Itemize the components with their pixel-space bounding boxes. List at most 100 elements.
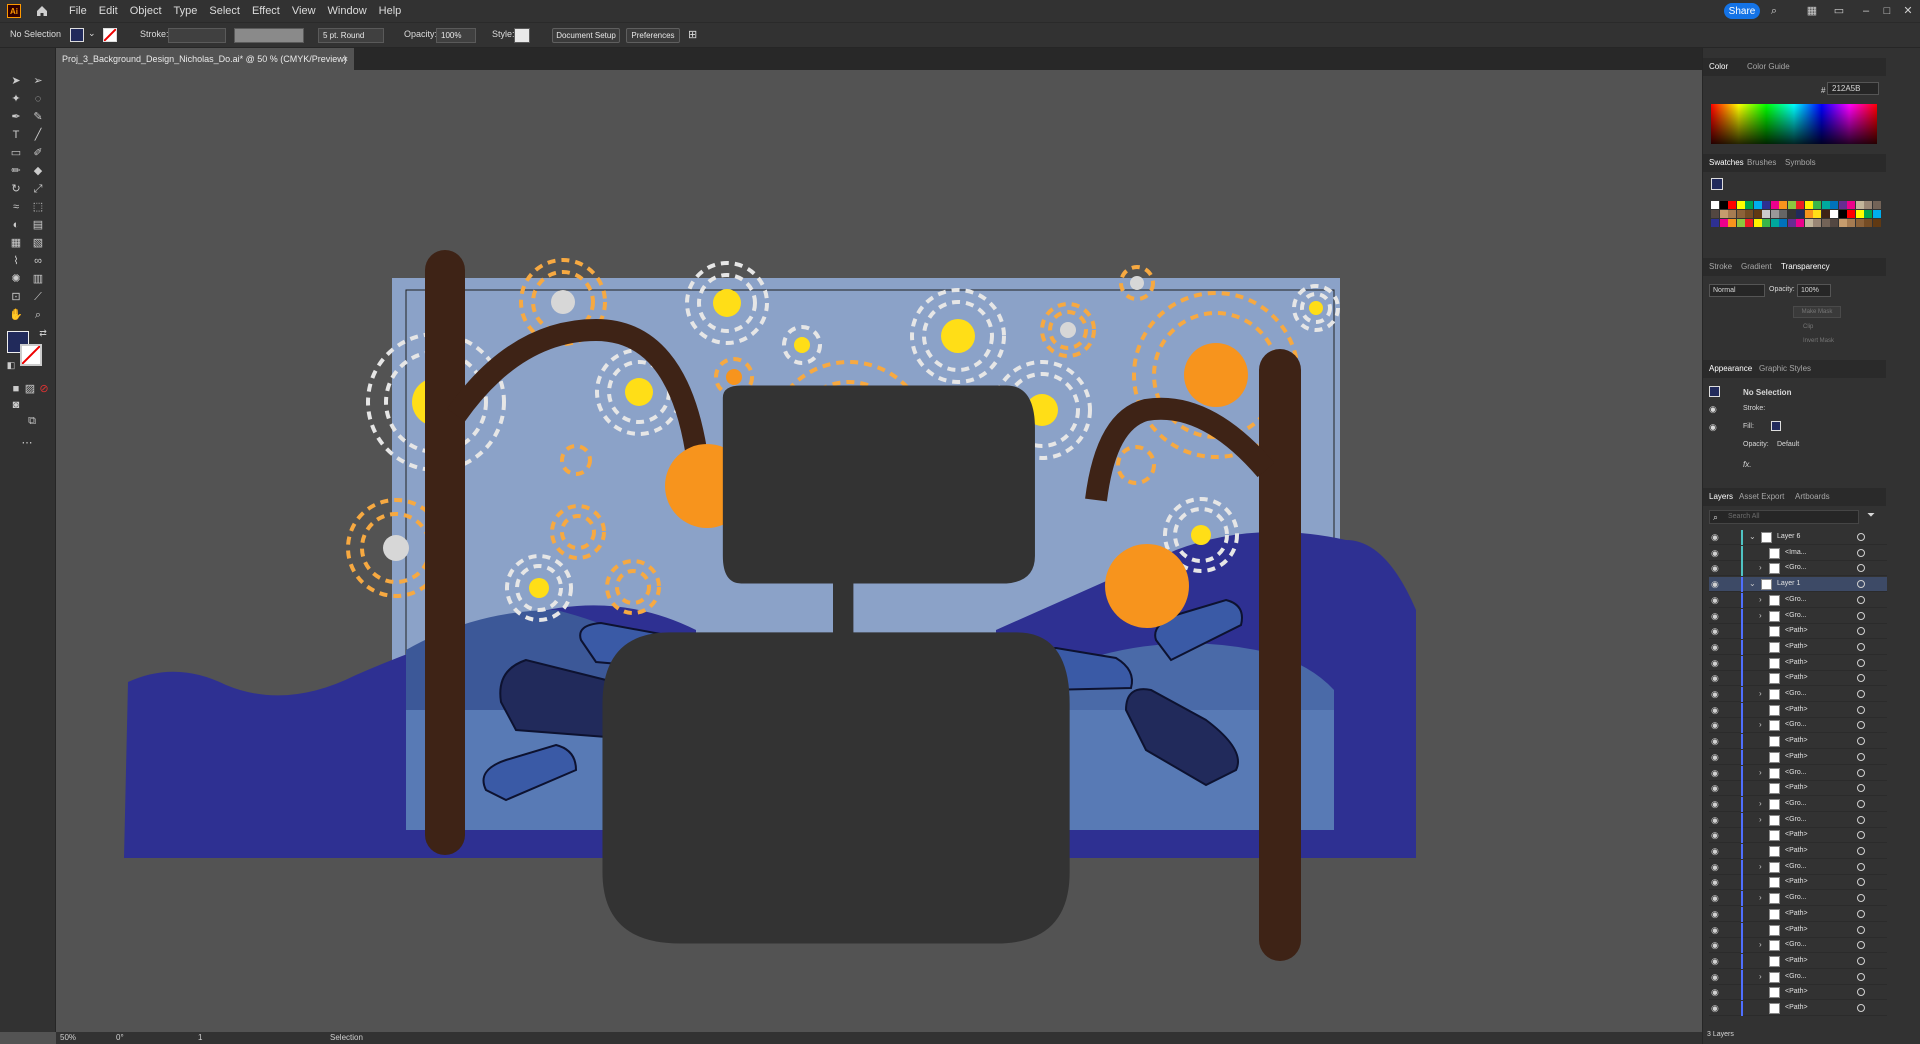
eye-icon[interactable]: ◉: [1711, 548, 1719, 559]
paintbrush-tool-icon[interactable]: ✐: [31, 146, 45, 160]
layer-name[interactable]: <Gro...: [1785, 800, 1807, 807]
sublayer-row[interactable]: ◉ › <Gro...: [1709, 796, 1887, 812]
blend-tool-icon[interactable]: ∞: [31, 254, 45, 268]
color-swatch[interactable]: [1728, 201, 1736, 209]
color-swatch[interactable]: [1796, 219, 1804, 227]
layers-search-field[interactable]: ⌕ Search All: [1709, 510, 1859, 524]
eye-icon[interactable]: ◉: [1711, 783, 1719, 794]
color-swatch[interactable]: [1736, 201, 1745, 209]
sublayer-row[interactable]: ◉ <Path>: [1709, 781, 1887, 797]
chevron-right-icon[interactable]: ›: [1759, 720, 1762, 729]
color-swatch[interactable]: [1736, 210, 1745, 218]
symbol-sprayer-tool-icon[interactable]: ✺: [9, 272, 23, 286]
color-swatch[interactable]: [1821, 210, 1830, 218]
zoom-tool-icon[interactable]: ⌕: [31, 308, 45, 322]
chevron-right-icon[interactable]: ›: [1759, 768, 1762, 777]
layer-name[interactable]: <Path>: [1785, 847, 1808, 854]
color-swatch[interactable]: [1864, 201, 1872, 209]
artboard-number[interactable]: 1: [198, 1033, 202, 1042]
rotation-view[interactable]: 0°: [116, 1033, 124, 1042]
eye-icon[interactable]: ◉: [1711, 532, 1719, 543]
layer-row[interactable]: ◉ ⌄ Layer 1: [1709, 577, 1887, 593]
eye-icon[interactable]: ◉: [1711, 626, 1719, 637]
layer-name[interactable]: <Gro...: [1785, 863, 1807, 870]
color-swatch[interactable]: [1779, 201, 1787, 209]
sublayer-row[interactable]: ◉ › <Gro...: [1709, 561, 1887, 577]
eye-icon[interactable]: ◉: [1711, 940, 1719, 951]
eye-icon[interactable]: ◉: [1711, 658, 1719, 669]
stroke-weight-field[interactable]: [168, 28, 226, 43]
color-swatch[interactable]: [1864, 219, 1872, 227]
document-tab[interactable]: Proj_3_Background_Design_Nicholas_Do.ai*…: [56, 48, 354, 70]
search-icon[interactable]: ⌕: [1767, 4, 1781, 18]
layer-name[interactable]: <Gro...: [1785, 690, 1807, 697]
zoom-level[interactable]: 50%: [60, 1033, 76, 1042]
sublayer-row[interactable]: ◉ <Path>: [1709, 953, 1887, 969]
appearance-opacity-value[interactable]: Default: [1777, 441, 1799, 448]
line-tool-icon[interactable]: ╱: [31, 128, 45, 142]
close-window-icon[interactable]: ✕: [1901, 4, 1915, 18]
layer-name[interactable]: <Path>: [1785, 926, 1808, 933]
sublayer-row[interactable]: ◉ › <Gro...: [1709, 812, 1887, 828]
sublayer-row[interactable]: ◉ <Path>: [1709, 875, 1887, 891]
color-swatch[interactable]: [1838, 219, 1847, 227]
gradient-tool-icon[interactable]: ▧: [31, 236, 45, 250]
color-spectrum[interactable]: [1711, 104, 1877, 144]
tab-asset-export[interactable]: Asset Export: [1739, 492, 1784, 501]
eye-icon[interactable]: ◉: [1711, 673, 1719, 684]
color-swatch[interactable]: [1770, 219, 1779, 227]
color-swatch[interactable]: [1855, 201, 1864, 209]
sublayer-row[interactable]: ◉ <Path>: [1709, 671, 1887, 687]
tab-swatches[interactable]: Swatches: [1709, 158, 1744, 167]
sublayer-row[interactable]: ◉ <Ima...: [1709, 545, 1887, 561]
color-swatch[interactable]: [1813, 210, 1821, 218]
color-swatch[interactable]: [1779, 210, 1787, 218]
color-swatch[interactable]: [1745, 219, 1753, 227]
sublayer-row[interactable]: ◉ › <Gro...: [1709, 687, 1887, 702]
column-graph-tool-icon[interactable]: ▥: [31, 272, 45, 286]
eye-icon[interactable]: ◉: [1711, 768, 1719, 779]
layer-name[interactable]: <Path>: [1785, 988, 1808, 995]
layer-name[interactable]: <Path>: [1785, 627, 1808, 634]
clip-checkbox-label[interactable]: Clip: [1803, 324, 1813, 330]
color-swatch[interactable]: [1719, 201, 1728, 209]
color-swatch[interactable]: [1821, 201, 1830, 209]
color-swatch[interactable]: [1838, 201, 1847, 209]
eye-icon[interactable]: ◉: [1711, 972, 1719, 983]
chevron-right-icon[interactable]: ›: [1759, 689, 1762, 698]
eye-icon[interactable]: ◉: [1709, 422, 1717, 433]
chevron-right-icon[interactable]: ›: [1759, 862, 1762, 871]
sublayer-row[interactable]: ◉ › <Gro...: [1709, 891, 1887, 907]
color-swatch[interactable]: [1711, 219, 1719, 227]
color-swatch[interactable]: [1872, 210, 1881, 218]
color-swatch[interactable]: [1753, 219, 1762, 227]
color-swatch[interactable]: [1728, 219, 1736, 227]
tab-layers[interactable]: Layers: [1709, 492, 1733, 501]
layer-name[interactable]: Layer 1: [1777, 580, 1800, 587]
arrange-documents-icon[interactable]: ▦: [1805, 4, 1819, 18]
free-transform-tool-icon[interactable]: ⬚: [31, 200, 45, 214]
eye-icon[interactable]: ◉: [1711, 595, 1719, 606]
tab-appearance[interactable]: Appearance: [1709, 364, 1752, 373]
layer-row[interactable]: ◉ ⌄ Layer 6: [1709, 530, 1887, 545]
target-icon[interactable]: [1857, 972, 1865, 981]
target-icon[interactable]: [1857, 533, 1865, 541]
gradient-mode-icon[interactable]: ▨: [23, 382, 37, 396]
sublayer-row[interactable]: ◉ › <Gro...: [1709, 608, 1887, 624]
eraser-tool-icon[interactable]: ◆: [31, 164, 45, 178]
tab-transparency[interactable]: Transparency: [1781, 262, 1830, 271]
layer-name[interactable]: <Gro...: [1785, 769, 1807, 776]
layer-name[interactable]: <Path>: [1785, 957, 1808, 964]
type-tool-icon[interactable]: T: [9, 128, 23, 142]
sublayer-row[interactable]: ◉ › <Gro...: [1709, 969, 1887, 985]
workspace-icon[interactable]: ▭: [1832, 4, 1846, 18]
variable-width-profile[interactable]: [234, 28, 304, 43]
color-swatch[interactable]: [1830, 219, 1838, 227]
rectangle-tool-icon[interactable]: ▭: [9, 146, 23, 160]
menu-help[interactable]: Help: [379, 5, 402, 17]
sublayer-row[interactable]: ◉ <Path>: [1709, 922, 1887, 938]
layer-name[interactable]: <Path>: [1785, 1004, 1808, 1011]
sublayer-row[interactable]: ◉ › <Gro...: [1709, 765, 1887, 781]
target-icon[interactable]: [1857, 815, 1865, 824]
menu-type[interactable]: Type: [174, 5, 198, 17]
